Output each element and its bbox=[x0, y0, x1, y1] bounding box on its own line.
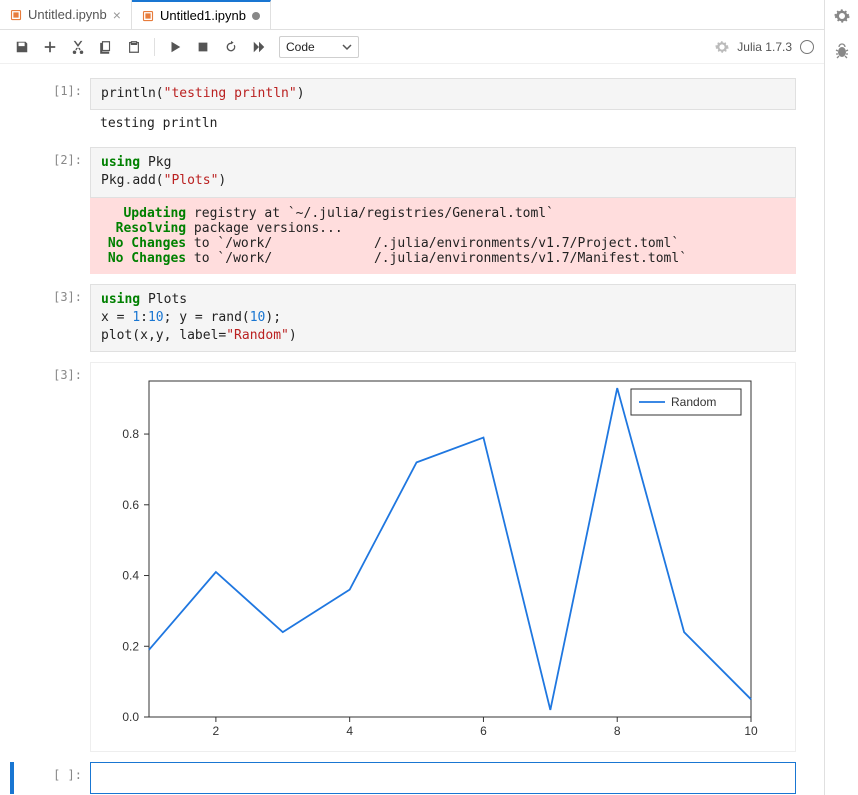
notebook-icon bbox=[142, 10, 154, 22]
code-input[interactable]: using Plots x = 1:10; y = rand(10); plot… bbox=[90, 284, 796, 353]
close-icon[interactable]: × bbox=[113, 7, 121, 23]
kernel-status-indicator[interactable] bbox=[800, 40, 814, 54]
cell-type-label: Code bbox=[286, 40, 315, 54]
copy-button[interactable] bbox=[94, 35, 118, 59]
file-tabs: Untitled.ipynb × Untitled1.ipynb bbox=[0, 0, 824, 30]
dirty-indicator bbox=[252, 12, 260, 20]
svg-text:0.8: 0.8 bbox=[122, 427, 139, 441]
paste-button[interactable] bbox=[122, 35, 146, 59]
svg-text:0.6: 0.6 bbox=[122, 498, 139, 512]
tab-label: Untitled1.ipynb bbox=[160, 8, 246, 23]
cell-output: testing println bbox=[90, 110, 796, 137]
stop-button[interactable] bbox=[191, 35, 215, 59]
tab-untitled1[interactable]: Untitled1.ipynb bbox=[132, 0, 271, 29]
cell-stderr: Updating registry at `~/.julia/registrie… bbox=[90, 198, 796, 274]
cell-2: [2]: using Pkg Pkg.add("Plots") Updating… bbox=[10, 147, 796, 273]
save-button[interactable] bbox=[10, 35, 34, 59]
cell-prompt: [3]: bbox=[20, 284, 90, 353]
svg-text:Random: Random bbox=[671, 395, 716, 409]
svg-text:6: 6 bbox=[480, 724, 487, 738]
svg-text:4: 4 bbox=[346, 724, 353, 738]
plot-output: 0.0 0.2 0.4 0.6 0.8 2 4 6 8 10 Random bbox=[90, 362, 796, 752]
cell-empty: [ ]: ​ bbox=[10, 762, 796, 794]
line-chart: 0.0 0.2 0.4 0.6 0.8 2 4 6 8 10 Random bbox=[91, 367, 771, 747]
code-input[interactable]: println("testing println") bbox=[90, 78, 796, 110]
cell-prompt: [1]: bbox=[20, 78, 90, 137]
svg-text:0.0: 0.0 bbox=[122, 710, 139, 724]
run-all-button[interactable] bbox=[247, 35, 271, 59]
output-prompt: [3]: bbox=[20, 362, 90, 752]
notebook-body[interactable]: [1]: println("testing println") testing … bbox=[0, 64, 824, 795]
cell-prompt: [ ]: bbox=[20, 762, 90, 794]
add-cell-button[interactable] bbox=[38, 35, 62, 59]
code-input[interactable]: ​ bbox=[90, 762, 796, 794]
tab-label: Untitled.ipynb bbox=[28, 7, 107, 22]
bug-icon[interactable] bbox=[834, 43, 850, 62]
svg-text:8: 8 bbox=[614, 724, 621, 738]
svg-text:0.2: 0.2 bbox=[122, 639, 139, 653]
kernel-label: Julia 1.7.3 bbox=[737, 40, 792, 54]
chevron-down-icon bbox=[342, 42, 352, 52]
cell-type-select[interactable]: Code bbox=[279, 36, 359, 58]
right-sidebar bbox=[824, 0, 858, 795]
gear-icon bbox=[715, 40, 729, 54]
code-input[interactable]: using Pkg Pkg.add("Plots") bbox=[90, 147, 796, 197]
cell-prompt: [2]: bbox=[20, 147, 90, 273]
gear-icon[interactable] bbox=[834, 8, 850, 27]
cut-button[interactable] bbox=[66, 35, 90, 59]
cell-3-output: [3]: 0.0 0.2 0.4 0.6 0.8 2 4 6 8 10 Random bbox=[10, 362, 796, 752]
cell-1: [1]: println("testing println") testing … bbox=[10, 78, 796, 137]
notebook-toolbar: Code Julia 1.7.3 bbox=[0, 30, 824, 64]
svg-text:2: 2 bbox=[213, 724, 220, 738]
svg-text:0.4: 0.4 bbox=[122, 569, 139, 583]
restart-button[interactable] bbox=[219, 35, 243, 59]
tab-untitled[interactable]: Untitled.ipynb × bbox=[0, 0, 132, 29]
cell-3: [3]: using Plots x = 1:10; y = rand(10);… bbox=[10, 284, 796, 353]
run-button[interactable] bbox=[163, 35, 187, 59]
notebook-icon bbox=[10, 9, 22, 21]
svg-text:10: 10 bbox=[744, 724, 758, 738]
